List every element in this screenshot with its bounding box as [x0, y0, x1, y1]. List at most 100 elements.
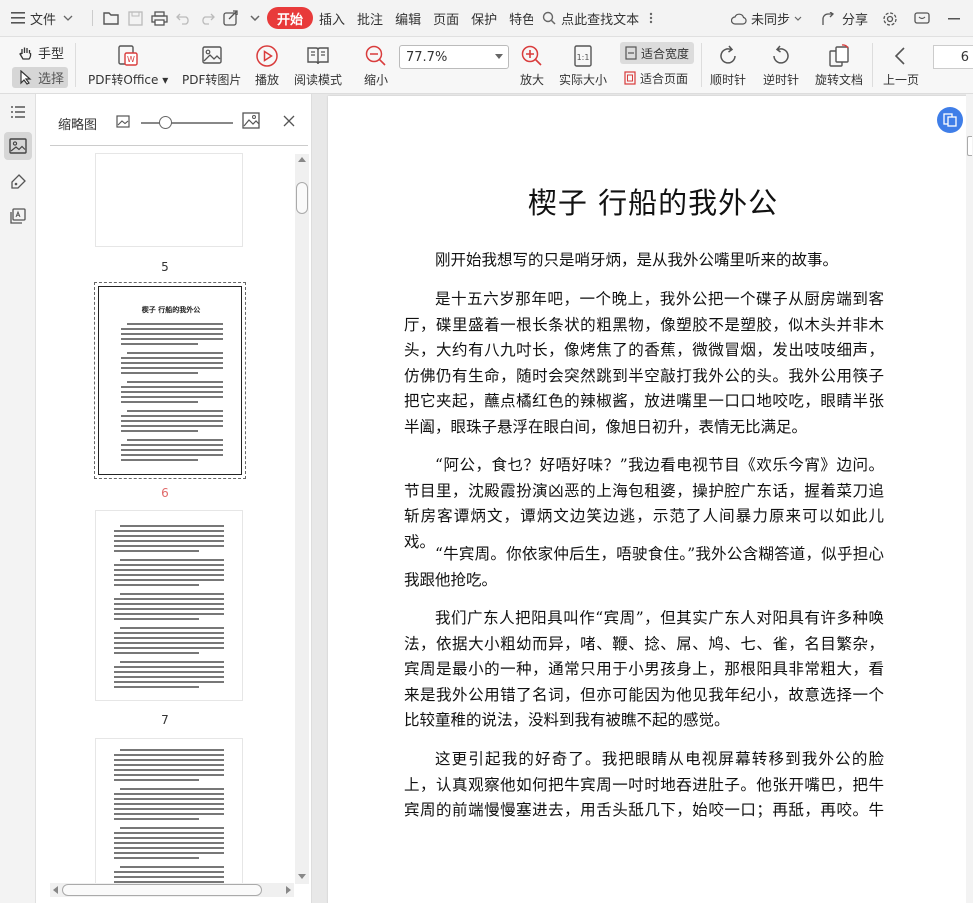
thumbnail-text-line	[121, 357, 223, 359]
large-image-icon[interactable]	[242, 112, 260, 132]
pdf-to-image-icon	[199, 43, 225, 69]
play-button[interactable]: 播放	[254, 43, 280, 88]
print-icon[interactable]	[150, 9, 168, 27]
thumbnail-text-line	[121, 454, 223, 456]
read-mode-button[interactable]: 阅读模式	[294, 43, 342, 88]
slider-knob[interactable]	[159, 116, 172, 129]
bookmark-panel-icon[interactable]	[4, 168, 32, 196]
page-thumbnail-5[interactable]	[96, 154, 242, 246]
scrollbar-thumb[interactable]	[296, 182, 308, 214]
chevron-down-icon[interactable]	[495, 54, 503, 59]
feedback-icon[interactable]	[913, 10, 931, 28]
rotate-document-button[interactable]: 旋转文档	[815, 43, 863, 88]
fit-page-button[interactable]: 适合页面	[623, 69, 688, 87]
thumbnail-text-line	[121, 420, 223, 422]
thumbnail-text-line	[120, 866, 224, 868]
more-vertical-icon[interactable]	[642, 9, 660, 27]
tab-protect[interactable]: 保护	[465, 5, 503, 31]
thumbnail-text-line	[114, 676, 224, 678]
divider	[872, 43, 873, 87]
redo-icon[interactable]	[198, 9, 216, 27]
share-icon	[821, 10, 839, 28]
thumbnail-text-line	[114, 832, 224, 834]
thumbnail-text-line	[120, 627, 224, 629]
fit-width-label: 适合宽度	[641, 46, 690, 61]
thumbnail-text-line	[127, 352, 223, 354]
thumbnail-text-line	[114, 652, 199, 654]
hand-tool[interactable]: 手型	[14, 43, 64, 62]
document-view[interactable]: 楔子 行船的我外公 刚开始我想写的只是哨牙炳，是从我外公嘴里听来的故事。 是十五…	[312, 94, 973, 903]
share-button[interactable]: 分享	[812, 6, 874, 32]
chevron-down-icon	[59, 9, 77, 27]
thumbnail-text-line	[114, 632, 224, 634]
minimize-icon[interactable]	[945, 10, 963, 28]
thumbnail-text-line	[121, 444, 223, 446]
book-icon	[305, 43, 331, 69]
tab-home[interactable]: 开始	[267, 7, 314, 29]
scroll-left-arrow-icon[interactable]	[53, 886, 58, 894]
scrollbar-thumb[interactable]	[62, 884, 262, 896]
thumbnail-text-line	[114, 608, 224, 610]
undo-icon[interactable]	[174, 9, 192, 27]
search-box[interactable]: 点此查找文本	[537, 9, 663, 28]
more-dropdown-icon[interactable]	[246, 9, 264, 27]
pdf-to-office-button[interactable]: W PDF转Office ▾	[88, 43, 168, 88]
previous-page-button[interactable]: 上一页	[883, 43, 919, 88]
thumbnail-text-line	[121, 459, 198, 461]
thumbnail-text-line	[121, 449, 223, 451]
page-number-input[interactable]: 6	[933, 45, 973, 69]
tab-page[interactable]: 页面	[427, 5, 465, 31]
page-thumbnail-7[interactable]	[96, 511, 242, 700]
thumbnail-text-line	[114, 847, 224, 849]
thumbnail-text-line	[114, 808, 224, 810]
thumbnail-panel-icon[interactable]	[4, 132, 32, 160]
svg-text:1:1: 1:1	[577, 53, 590, 62]
page-thumbnail-number: 7	[161, 713, 169, 727]
thumbnail-text-line	[127, 323, 223, 325]
thumbnail-text-line	[114, 803, 224, 805]
thumbnail-horizontal-scrollbar[interactable]	[50, 883, 294, 897]
file-menu[interactable]: 文件	[0, 5, 86, 31]
rotate-document-icon	[826, 43, 852, 69]
zoom-out-button[interactable]: 缩小	[363, 43, 389, 88]
fit-width-button[interactable]: 适合宽度	[620, 42, 694, 64]
document-title: 楔子 行船的我外公	[527, 186, 779, 220]
outline-panel-icon[interactable]	[4, 98, 32, 126]
tab-insert[interactable]: 插入	[313, 5, 351, 31]
export-icon[interactable]	[222, 9, 240, 27]
svg-text:W: W	[127, 55, 135, 64]
save-icon[interactable]	[126, 9, 144, 27]
page-thumbnail-6-content: 楔子 行船的我外公	[98, 286, 242, 475]
open-folder-icon[interactable]	[102, 9, 120, 27]
tab-comment[interactable]: 批注	[351, 5, 389, 31]
sync-button[interactable]: 未同步	[721, 6, 812, 32]
floating-tool-button[interactable]	[937, 107, 963, 133]
thumbnail-vertical-scrollbar[interactable]	[295, 154, 309, 884]
thumbnail-text-line	[121, 386, 223, 388]
actual-size-button[interactable]: 1:1 实际大小	[559, 43, 607, 88]
page-thumbnail-6[interactable]: 楔子 行船的我外公	[94, 282, 246, 479]
scroll-up-arrow-icon[interactable]	[298, 157, 306, 162]
tab-features[interactable]: 特色	[503, 5, 533, 31]
thumbnail-size-slider[interactable]	[141, 122, 233, 124]
zoom-in-button[interactable]: 放大	[519, 43, 545, 88]
tab-edit[interactable]: 编辑	[389, 5, 427, 31]
thumbnail-text-line	[121, 367, 223, 369]
annotation-panel-icon[interactable]	[4, 202, 32, 230]
select-tool[interactable]: 选择	[12, 67, 69, 88]
thumbnail-text-line	[127, 410, 223, 412]
rotate-counterclockwise-button[interactable]: 逆时针	[763, 43, 799, 88]
thumbnail-text-line	[114, 530, 224, 532]
zoom-level-input[interactable]: 77.7%	[399, 45, 509, 69]
scroll-right-arrow-icon[interactable]	[286, 886, 291, 894]
close-icon[interactable]	[283, 115, 295, 130]
scroll-down-arrow-icon[interactable]	[298, 874, 306, 879]
rotate-clockwise-button[interactable]: 顺时针	[710, 43, 746, 88]
pdf-to-image-button[interactable]: PDF转图片	[182, 43, 241, 88]
thumbnail-text-line	[120, 661, 224, 663]
small-image-icon[interactable]	[116, 115, 130, 131]
settings-gear-icon[interactable]	[881, 10, 899, 28]
panel-toggle-icon[interactable]	[967, 136, 972, 156]
page-thumbnail-8[interactable]	[96, 739, 242, 889]
thumbnail-text-line	[114, 686, 199, 688]
